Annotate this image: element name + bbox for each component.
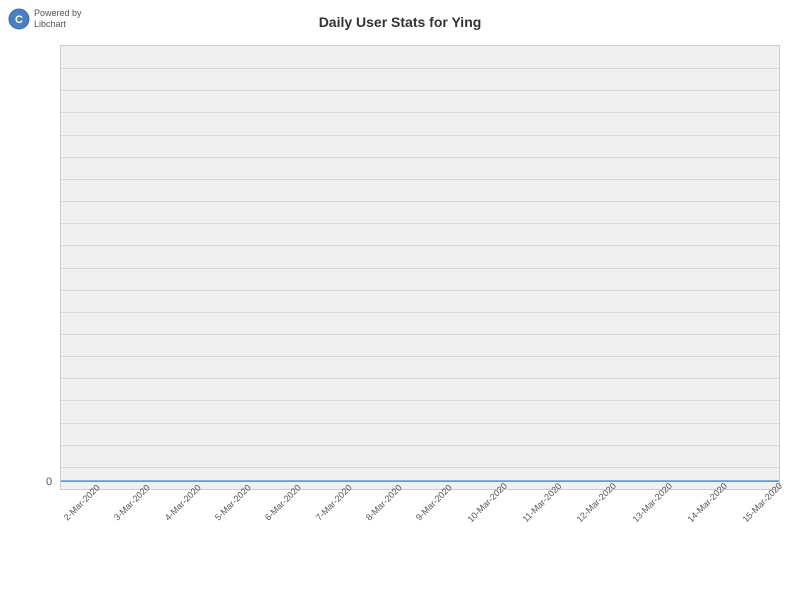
chart-container: C Powered by Libchart Daily User Stats f… xyxy=(0,0,800,600)
chart-plot-area xyxy=(60,45,780,490)
x-label-item: 12-Mar-2020 xyxy=(567,495,619,595)
x-label-item: 2-Mar-2020 xyxy=(55,495,102,595)
x-label-item: 6-Mar-2020 xyxy=(256,495,303,595)
x-label-item: 7-Mar-2020 xyxy=(307,495,354,595)
x-label-item: 10-Mar-2020 xyxy=(458,495,510,595)
x-label-item: 15-Mar-2020 xyxy=(733,495,785,595)
y-axis-zero-label: 0 xyxy=(46,476,52,488)
x-label-item: 4-Mar-2020 xyxy=(156,495,203,595)
x-label-item: 13-Mar-2020 xyxy=(623,495,675,595)
data-line-svg xyxy=(61,46,779,489)
x-label-item: 14-Mar-2020 xyxy=(678,495,730,595)
x-label-item: 11-Mar-2020 xyxy=(513,495,564,595)
x-axis-labels: 2-Mar-2020 3-Mar-2020 4-Mar-2020 5-Mar-2… xyxy=(55,495,785,595)
x-label-item: 3-Mar-2020 xyxy=(105,495,152,595)
x-label-item: 9-Mar-2020 xyxy=(407,495,454,595)
chart-title: Daily User Stats for Ying xyxy=(0,14,800,30)
x-label-item: 5-Mar-2020 xyxy=(206,495,253,595)
x-label-item: 8-Mar-2020 xyxy=(357,495,404,595)
